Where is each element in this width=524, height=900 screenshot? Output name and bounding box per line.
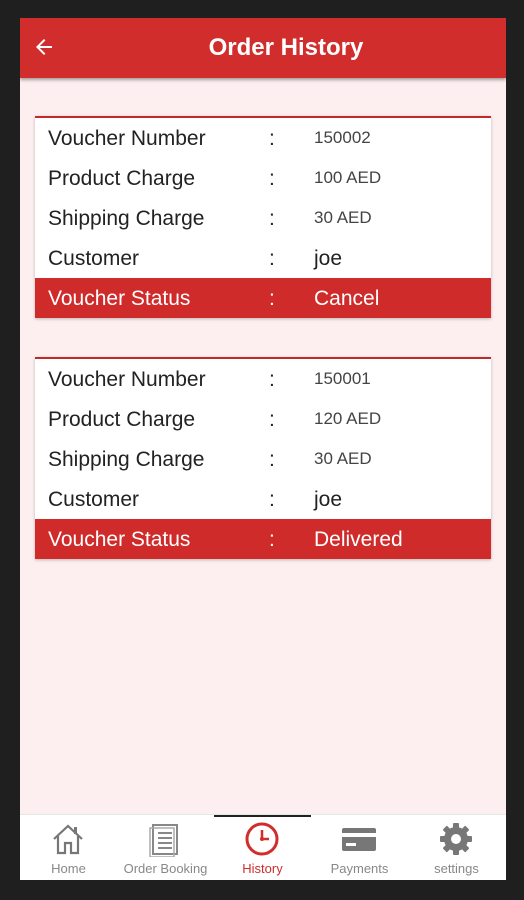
nav-order-booking-label: Order Booking bbox=[123, 861, 208, 876]
shipping-charge-label: Shipping Charge bbox=[48, 207, 205, 230]
shipping-charge-row: Shipping Charge : 30 AED bbox=[35, 198, 491, 238]
customer-label: Customer bbox=[48, 488, 140, 511]
voucher-status-label: Voucher Status bbox=[48, 528, 191, 551]
order-card[interactable]: Voucher Number : 150002 Product Charge :… bbox=[35, 116, 491, 318]
voucher-status-value: Cancel bbox=[314, 287, 380, 310]
nav-home[interactable]: Home bbox=[20, 815, 117, 880]
voucher-number-row: Voucher Number : 150002 bbox=[35, 118, 491, 158]
clock-icon bbox=[245, 822, 279, 856]
separator: : bbox=[269, 528, 275, 551]
shipping-charge-value: 30 AED bbox=[314, 208, 372, 227]
nav-settings-label: settings bbox=[434, 861, 479, 876]
separator: : bbox=[269, 207, 275, 230]
separator: : bbox=[269, 247, 275, 270]
voucher-number-row: Voucher Number : 150001 bbox=[35, 359, 491, 399]
customer-label: Customer bbox=[48, 247, 140, 270]
separator: : bbox=[269, 448, 275, 471]
gear-icon bbox=[440, 823, 472, 855]
voucher-number-value: 150002 bbox=[314, 128, 371, 147]
voucher-status-row: Voucher Status : Cancel bbox=[35, 278, 491, 318]
shipping-charge-label: Shipping Charge bbox=[48, 448, 205, 471]
customer-row: Customer : joe bbox=[35, 479, 491, 519]
app-screen: Order History Voucher Number : 150002 Pr… bbox=[20, 18, 506, 880]
nav-history-label: History bbox=[242, 861, 283, 876]
separator: : bbox=[269, 368, 275, 391]
separator: : bbox=[269, 167, 275, 190]
voucher-number-value: 150001 bbox=[314, 369, 371, 388]
voucher-status-value: Delivered bbox=[314, 528, 403, 551]
product-charge-value: 100 AED bbox=[314, 168, 382, 187]
customer-row: Customer : joe bbox=[35, 238, 491, 278]
document-icon bbox=[149, 824, 178, 857]
nav-history[interactable]: History bbox=[214, 815, 311, 880]
separator: : bbox=[269, 408, 275, 431]
app-bar: Order History bbox=[20, 18, 506, 78]
customer-value: joe bbox=[314, 247, 343, 270]
product-charge-value: 120 AED bbox=[314, 409, 382, 428]
bottom-navigation: Home Order Booking History Payments sett… bbox=[20, 814, 506, 880]
product-charge-row: Product Charge : 100 AED bbox=[35, 158, 491, 198]
home-icon bbox=[53, 824, 83, 855]
product-charge-row: Product Charge : 120 AED bbox=[35, 399, 491, 439]
voucher-number-label: Voucher Number bbox=[48, 368, 206, 391]
shipping-charge-row: Shipping Charge : 30 AED bbox=[35, 439, 491, 479]
voucher-status-label: Voucher Status bbox=[48, 287, 191, 310]
product-charge-label: Product Charge bbox=[48, 167, 196, 190]
product-charge-label: Product Charge bbox=[48, 408, 196, 431]
shipping-charge-value: 30 AED bbox=[314, 449, 372, 468]
separator: : bbox=[269, 127, 275, 150]
nav-settings[interactable]: settings bbox=[408, 815, 505, 880]
order-card[interactable]: Voucher Number : 150001 Product Charge :… bbox=[35, 357, 491, 559]
separator: : bbox=[269, 488, 275, 511]
nav-order-booking[interactable]: Order Booking bbox=[117, 815, 214, 880]
voucher-status-row: Voucher Status : Delivered bbox=[35, 519, 491, 559]
page-title: Order History bbox=[208, 34, 364, 61]
customer-value: joe bbox=[314, 488, 343, 511]
separator: : bbox=[269, 287, 275, 310]
nav-home-label: Home bbox=[51, 861, 86, 876]
nav-payments-label: Payments bbox=[330, 861, 389, 876]
voucher-number-label: Voucher Number bbox=[48, 127, 206, 150]
nav-payments[interactable]: Payments bbox=[311, 815, 408, 880]
credit-card-icon bbox=[342, 828, 376, 851]
